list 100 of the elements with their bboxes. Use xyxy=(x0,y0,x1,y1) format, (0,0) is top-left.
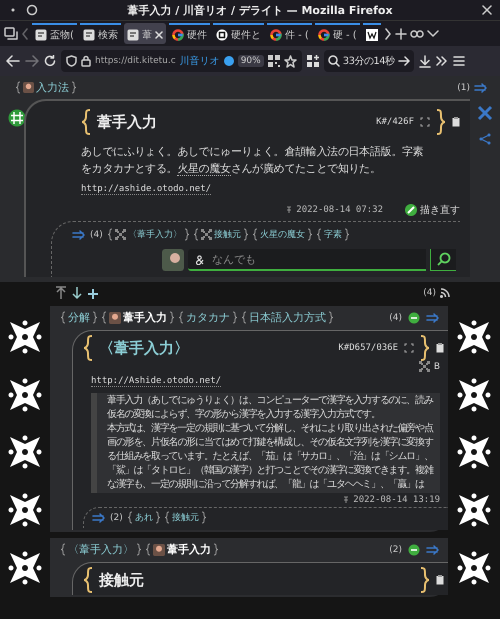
address-bar[interactable]: https://dit.kitetu.c 川音リオ 90% xyxy=(61,50,302,72)
mask-icon[interactable] xyxy=(410,28,424,38)
brace-icon xyxy=(436,109,446,135)
ornament-icon xyxy=(8,378,42,412)
share-icon[interactable] xyxy=(479,133,491,145)
brace-icon xyxy=(213,543,219,556)
tag-link[interactable]: 入力法 xyxy=(15,80,77,95)
ornament-icon xyxy=(457,551,491,586)
brace-icon xyxy=(242,228,249,241)
tag-link[interactable]: 分解 xyxy=(60,310,98,325)
back-icon[interactable] xyxy=(6,55,20,67)
brace-icon xyxy=(316,228,322,241)
rss-icon[interactable] xyxy=(440,288,450,298)
avatar-icon xyxy=(109,312,121,324)
star-icon[interactable] xyxy=(284,54,297,68)
collapse-icon[interactable] xyxy=(408,312,420,324)
tag-link[interactable]: 接触元 xyxy=(192,228,249,241)
qr-icon[interactable] xyxy=(268,55,280,67)
brace-icon xyxy=(169,311,175,324)
url-link[interactable]: http://ashide.otodo.net/ xyxy=(81,184,212,195)
brace-icon xyxy=(60,543,66,556)
code-label: K#D657/036E xyxy=(338,343,398,353)
brace-icon xyxy=(154,511,161,524)
window-title: 葦手入力 / 川音リオ / デライト — Mozilla Firefox xyxy=(126,2,394,18)
clipboard-icon[interactable] xyxy=(436,575,444,585)
double-arrow-icon xyxy=(72,230,86,240)
date-label: 2022-08-14 07:32 xyxy=(296,205,383,215)
tag-link[interactable]: 葦手入力 xyxy=(101,310,175,325)
go-arrow-icon xyxy=(398,56,410,66)
forward-icon[interactable] xyxy=(25,55,39,67)
chevron-down-icon[interactable] xyxy=(426,30,439,38)
tag-link[interactable]: 〈葦手入力〉 xyxy=(60,542,142,557)
brace-icon xyxy=(71,81,77,94)
redraw-link[interactable]: 描き直す xyxy=(405,203,460,217)
overflow-icon[interactable] xyxy=(436,56,448,66)
double-arrow-icon xyxy=(92,512,106,522)
menu-icon[interactable] xyxy=(452,56,465,66)
chevron-left-icon[interactable] xyxy=(21,28,29,40)
quote-paragraph: 本方式は、漢字を一定の規則に基づいて分解し、それにより取り出された偏旁や点画の形を、片仮名の形に当てはめて打鍵を構成し、その仮名文字列を漢字に変換する仕組みを取っています。たとえば、「茄」は「サカロ」、「治」は「シムロ」、「鯊」は「タトロヒ」（韓国の漢字）と打つことでその漢字に変換できます。複雑な漢字も、一定の規則に沿って分解すれば、「龍」は「ユタヘヘミ」、「贏」は xyxy=(107,422,434,492)
url-text: https://dit.kitetu.c xyxy=(95,56,176,66)
browser-tab[interactable] xyxy=(362,23,381,44)
tag-link[interactable]: 葦手入力 xyxy=(145,542,219,557)
favicon-icon xyxy=(318,28,330,40)
brace-icon xyxy=(60,311,66,324)
reload-icon[interactable] xyxy=(44,55,56,67)
brace-icon xyxy=(420,567,430,593)
tag-link[interactable]: 火星の魔女 xyxy=(252,228,313,241)
down-arrow-icon[interactable] xyxy=(72,286,82,300)
search-field[interactable]: なんでも xyxy=(188,249,426,271)
tag-link[interactable]: カタカナ xyxy=(178,310,238,325)
download-icon[interactable] xyxy=(418,54,431,68)
chevron-right-icon[interactable] xyxy=(384,28,392,40)
search-bar[interactable]: 33分の14秒 xyxy=(324,50,414,72)
plus-icon[interactable] xyxy=(87,288,99,300)
ornament-icon xyxy=(8,493,42,528)
count-label: (1) xyxy=(457,82,470,92)
upload-icon[interactable] xyxy=(55,286,67,300)
brace-icon xyxy=(145,543,151,556)
brace-icon xyxy=(178,311,184,324)
browser-tab[interactable]: 件 - ( xyxy=(266,23,312,44)
count-label: (2) xyxy=(110,512,123,522)
browser-tab[interactable]: 盃物( xyxy=(32,23,77,44)
collapse-icon[interactable] xyxy=(408,544,420,556)
plus-icon[interactable] xyxy=(394,28,407,40)
card-title: 接触元 xyxy=(99,570,145,590)
card-title: 葦手入力 xyxy=(97,112,158,132)
url-link[interactable]: http://Ashide.otodo.net/ xyxy=(91,376,222,387)
brace-icon xyxy=(106,228,113,241)
tag-link[interactable]: 〈葦手入力〉 xyxy=(106,228,190,241)
code-label: K#/426F xyxy=(376,117,414,127)
tag-link[interactable]: 接触元 xyxy=(164,511,207,524)
pencil-icon xyxy=(405,204,417,216)
browser-tab[interactable]: 硬 - ( xyxy=(314,23,360,44)
browser-tab[interactable]: 硬件と xyxy=(212,23,264,44)
ornament-icon xyxy=(457,378,491,412)
favicon-icon xyxy=(172,28,184,40)
browser-tab[interactable]: 葦 xyxy=(124,23,166,44)
brace-icon xyxy=(101,311,107,324)
tag-link[interactable]: 日本語入力方式 xyxy=(241,310,334,325)
shield-icon xyxy=(66,55,77,67)
brace-icon xyxy=(92,311,98,324)
brace-icon xyxy=(192,228,199,241)
search-button-icon[interactable] xyxy=(430,249,456,271)
brace-icon xyxy=(83,567,93,593)
zoom-button[interactable]: 90% xyxy=(238,55,264,67)
tab-list-icon[interactable] xyxy=(4,26,18,40)
double-arrow-icon xyxy=(474,82,488,92)
text-link[interactable]: 火星の魔女 xyxy=(177,162,231,176)
browser-tab[interactable]: 硬件 xyxy=(168,23,210,44)
browser-tab[interactable]: 検索 xyxy=(80,23,121,44)
circle-icon xyxy=(26,4,38,16)
tag-link[interactable]: あれ xyxy=(126,511,161,524)
extensions-icon[interactable] xyxy=(306,55,319,67)
ornament-icon xyxy=(457,320,491,354)
tag-link[interactable]: 字素 xyxy=(316,228,350,241)
clipboard-icon[interactable] xyxy=(436,343,444,353)
close-icon[interactable] xyxy=(482,5,492,15)
clipboard-icon[interactable] xyxy=(452,117,460,127)
brace-icon xyxy=(136,543,142,556)
pattern-icon xyxy=(114,229,126,240)
